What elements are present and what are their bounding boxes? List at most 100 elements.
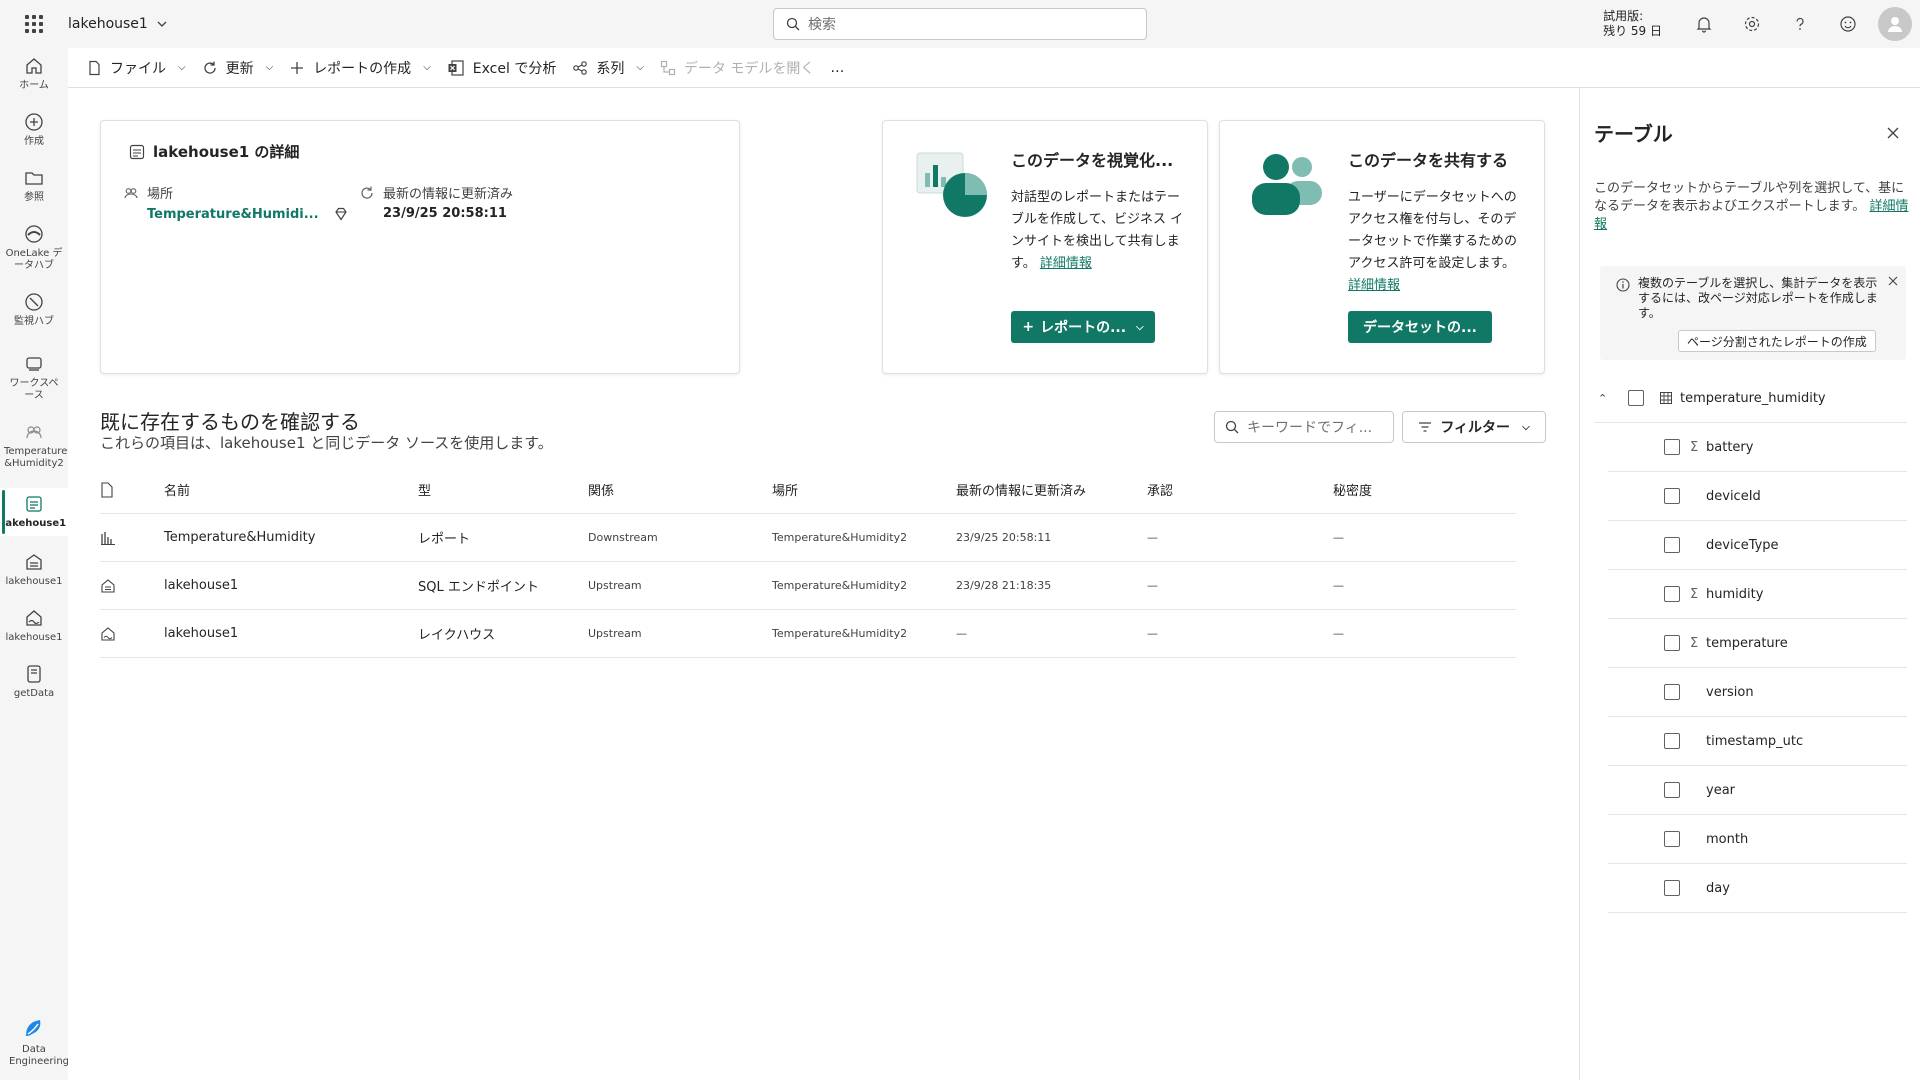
location-block: 場所 Temperature&Humidi... bbox=[123, 183, 349, 222]
column-name: month bbox=[1706, 831, 1749, 847]
search-icon bbox=[1225, 420, 1239, 434]
table-row[interactable]: Temperature&Humidity レポート Downstream Tem… bbox=[100, 514, 1516, 562]
help-button[interactable] bbox=[1776, 0, 1824, 48]
column-header-type[interactable]: 型 bbox=[418, 480, 431, 499]
table-checkbox[interactable] bbox=[1628, 390, 1644, 406]
column-header-sensitivity[interactable]: 秘密度 bbox=[1333, 480, 1372, 499]
tree-column-row[interactable]: deviceId bbox=[1608, 472, 1907, 521]
app-launcher-button[interactable] bbox=[0, 0, 68, 48]
lineage-button[interactable]: 系列 ⌵ bbox=[564, 48, 652, 88]
open-data-model-button[interactable]: データ モデルを開く bbox=[652, 48, 822, 88]
column-checkbox[interactable] bbox=[1664, 831, 1680, 847]
experience-switcher[interactable]: Data Engineering bbox=[0, 1016, 69, 1068]
home-icon bbox=[26, 58, 42, 74]
workspace-name: lakehouse1 bbox=[68, 16, 148, 32]
tree-column-row[interactable]: month bbox=[1608, 815, 1907, 864]
column-checkbox[interactable] bbox=[1664, 488, 1680, 504]
column-checkbox[interactable] bbox=[1664, 782, 1680, 798]
workspace-switcher[interactable]: lakehouse1 bbox=[68, 16, 168, 32]
nav-getdata[interactable]: getData bbox=[0, 664, 68, 700]
row-location[interactable]: Temperature&Humidity2 bbox=[772, 579, 907, 592]
chevron-down-icon: ⌵ bbox=[1522, 421, 1530, 433]
more-options-button[interactable]: … bbox=[822, 48, 852, 88]
table-header-row: 名前 型 関係 場所 最新の情報に更新済み 承認 秘密度 bbox=[100, 466, 1516, 514]
nav-create[interactable]: 作成 bbox=[0, 112, 68, 148]
column-checkbox[interactable] bbox=[1664, 635, 1680, 651]
workspace-icon bbox=[26, 426, 42, 439]
share-dataset-button[interactable]: データセットの... bbox=[1348, 311, 1492, 343]
lakehouse-icon bbox=[26, 610, 42, 626]
nav-label: Temperature &Humidity2 bbox=[4, 446, 68, 469]
nav-label: OneLake データハブ bbox=[5, 248, 63, 271]
column-checkbox[interactable] bbox=[1664, 537, 1680, 553]
close-panel-button[interactable] bbox=[1886, 124, 1900, 145]
column-header-endorsement[interactable]: 承認 bbox=[1147, 480, 1173, 499]
nav-workspace-temperature[interactable]: Temperature &Humidity2 bbox=[0, 422, 68, 470]
create-paginated-report-button[interactable]: ページ分割されたレポートの作成 bbox=[1678, 330, 1876, 352]
tree-column-row[interactable]: year bbox=[1608, 766, 1907, 815]
refresh-button[interactable]: 更新 ⌵ bbox=[194, 48, 282, 88]
column-checkbox[interactable] bbox=[1664, 439, 1680, 455]
settings-button[interactable] bbox=[1728, 0, 1776, 48]
location-link[interactable]: Temperature&Humidi... bbox=[147, 207, 319, 222]
file-menu-button[interactable]: ファイル ⌵ bbox=[78, 48, 194, 88]
nav-lakehouse1-model[interactable]: lakehouse1 bbox=[0, 488, 68, 536]
dismiss-icon[interactable] bbox=[1888, 276, 1898, 286]
nav-lakehouse1-sql[interactable]: lakehouse1 bbox=[0, 552, 68, 588]
filter-icon bbox=[1419, 422, 1432, 432]
trial-status[interactable]: 試用版: 残り 59 日 bbox=[1603, 9, 1662, 39]
row-name[interactable]: lakehouse1 bbox=[164, 626, 238, 641]
nav-onelake[interactable]: OneLake データハブ bbox=[0, 224, 68, 272]
location-label: 場所 bbox=[147, 187, 174, 202]
column-header-name[interactable]: 名前 bbox=[164, 480, 190, 499]
column-checkbox[interactable] bbox=[1664, 684, 1680, 700]
row-name[interactable]: Temperature&Humidity bbox=[164, 530, 315, 545]
nav-label: 監視ハブ bbox=[14, 316, 54, 327]
data-engineering-icon bbox=[26, 1020, 41, 1036]
tree-column-row[interactable]: Σ humidity bbox=[1608, 570, 1907, 619]
column-checkbox[interactable] bbox=[1664, 880, 1680, 896]
visualize-learn-more-link[interactable]: 詳細情報 bbox=[1040, 256, 1092, 271]
nav-monitor[interactable]: 監視ハブ bbox=[0, 292, 68, 328]
chevron-up-icon[interactable]: ⌃ bbox=[1598, 392, 1607, 405]
row-location[interactable]: Temperature&Humidity2 bbox=[772, 531, 907, 544]
tables-panel-description: このデータセットからテーブルや列を選択して、基になるデータを表示およびエクスポー… bbox=[1594, 180, 1910, 234]
tree-column-row[interactable]: Σ battery bbox=[1608, 423, 1907, 472]
nav-browse[interactable]: 参照 bbox=[0, 168, 68, 204]
create-report-button[interactable]: レポートの作成 ⌵ bbox=[281, 48, 439, 88]
person-icon bbox=[1888, 17, 1902, 32]
tree-column-row[interactable]: day bbox=[1608, 864, 1907, 913]
sigma-icon: Σ bbox=[1690, 439, 1699, 455]
search-input[interactable]: 検索 bbox=[773, 8, 1147, 40]
table-row[interactable]: lakehouse1 レイクハウス Upstream Temperature&H… bbox=[100, 610, 1516, 658]
column-header-relation[interactable]: 関係 bbox=[588, 480, 614, 499]
row-relation: Upstream bbox=[588, 627, 642, 640]
tree-column-row[interactable]: deviceType bbox=[1608, 521, 1907, 570]
keyword-filter-input[interactable]: キーワードでフィ... bbox=[1214, 411, 1394, 443]
row-location[interactable]: Temperature&Humidity2 bbox=[772, 627, 907, 640]
column-header-refreshed[interactable]: 最新の情報に更新済み bbox=[956, 480, 1086, 499]
nav-home[interactable]: ホーム bbox=[0, 56, 68, 92]
tree-column-row[interactable]: version bbox=[1608, 668, 1907, 717]
nav-workspaces[interactable]: ワークスペース bbox=[0, 354, 68, 402]
feedback-button[interactable] bbox=[1824, 0, 1872, 48]
row-name[interactable]: lakehouse1 bbox=[164, 578, 238, 593]
row-sensitivity: — bbox=[1333, 579, 1344, 592]
refreshed-label: 最新の情報に更新済み bbox=[383, 187, 514, 202]
filter-button[interactable]: フィルター ⌵ bbox=[1402, 411, 1546, 443]
create-report-dropdown-button[interactable]: + レポートの... ⌵ bbox=[1011, 311, 1155, 343]
table-row[interactable]: lakehouse1 SQL エンドポイント Upstream Temperat… bbox=[100, 562, 1516, 610]
tree-column-row[interactable]: timestamp_utc bbox=[1608, 717, 1907, 766]
trial-label: 試用版: bbox=[1603, 9, 1644, 23]
tree-column-row[interactable]: Σ temperature bbox=[1608, 619, 1907, 668]
column-checkbox[interactable] bbox=[1664, 586, 1680, 602]
column-checkbox[interactable] bbox=[1664, 733, 1680, 749]
notifications-button[interactable] bbox=[1680, 0, 1728, 48]
tree-table-row[interactable]: ⌃ temperature_humidity bbox=[1594, 374, 1907, 423]
analyze-in-excel-button[interactable]: Excel で分析 bbox=[439, 48, 565, 88]
row-endorsement: — bbox=[1147, 579, 1158, 592]
nav-lakehouse1[interactable]: lakehouse1 bbox=[0, 608, 68, 644]
share-learn-more-link[interactable]: 詳細情報 bbox=[1348, 278, 1400, 293]
column-header-location[interactable]: 場所 bbox=[772, 480, 798, 499]
account-avatar[interactable] bbox=[1878, 7, 1912, 41]
